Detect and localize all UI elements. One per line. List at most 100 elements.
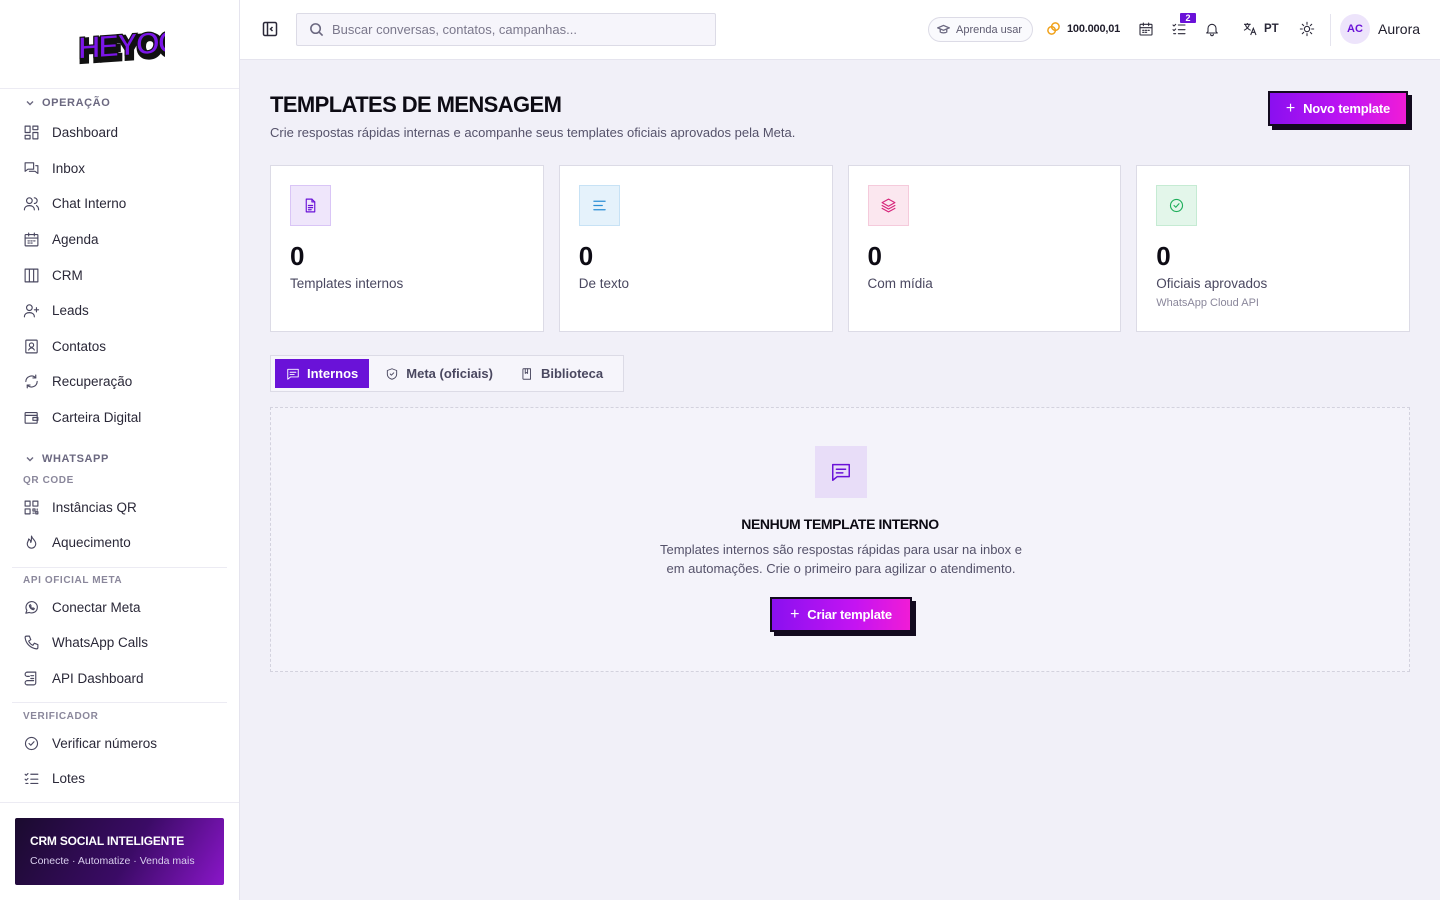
sidebar-item-label: Verificar números — [52, 735, 158, 751]
sidebar-collapse-icon[interactable] — [262, 21, 278, 37]
calendar-button[interactable] — [1138, 21, 1154, 37]
sidebar-item-aquecimento[interactable]: Aquecimento — [0, 525, 239, 561]
language-switcher[interactable]: PT — [1242, 21, 1279, 37]
svg-text:HEYOO: HEYOO — [78, 24, 165, 66]
users-icon — [23, 197, 40, 211]
layers-icon — [881, 198, 895, 213]
empty-state: NENHUM TEMPLATE INTERNO Templates intern… — [270, 407, 1410, 672]
stat-label: Com mídia — [867, 276, 933, 291]
create-template-button[interactable]: + Criar template — [770, 597, 912, 632]
user-plus-icon — [23, 304, 40, 318]
group-label: OPERAÇÃO — [42, 97, 111, 109]
stat-icon-box — [1156, 185, 1198, 226]
sidebar-item-label: Conectar Meta — [52, 599, 141, 615]
file-text-icon — [305, 198, 316, 213]
sidebar-item-instancias-qr[interactable]: Instâncias QR — [0, 489, 239, 525]
page-title: TEMPLATES DE MENSAGEM — [270, 92, 562, 117]
tab-label: Biblioteca — [540, 366, 604, 381]
sun-icon — [1299, 21, 1315, 37]
sidebar-item-inbox[interactable]: Inbox — [0, 151, 239, 187]
contact-icon — [25, 339, 38, 354]
tab-biblioteca[interactable]: Biblioteca — [509, 359, 614, 388]
qr-icon — [24, 500, 39, 515]
stat-card-templates-internos: 0 Templates internos — [270, 165, 544, 332]
sidebar-item-conectar-meta[interactable]: Conectar Meta — [0, 590, 239, 626]
flame-icon — [26, 535, 37, 549]
sidebar-item-chat-interno[interactable]: Chat Interno — [0, 186, 239, 222]
bell-icon — [1206, 23, 1218, 37]
sidebar-item-crm[interactable]: CRM — [0, 257, 239, 293]
align-left-icon — [593, 200, 606, 211]
subhead-api-meta: API OFICIAL META — [23, 575, 123, 587]
wallet-icon — [24, 412, 39, 424]
tab-label: Meta (oficiais) — [406, 366, 493, 381]
sidebar: HEYOO HEYOO OPERAÇÃO Dashboard Inbox Cha… — [0, 0, 240, 900]
logo-area: HEYOO HEYOO — [0, 0, 239, 89]
whatsapp-icon — [25, 600, 38, 614]
check-circle-icon — [1170, 198, 1184, 213]
avatar[interactable]: AC — [1340, 14, 1370, 44]
coins-icon — [1047, 22, 1060, 35]
credits-balance[interactable]: 100.000,01 — [1046, 21, 1120, 36]
empty-description: Templates internos são respostas rápidas… — [659, 542, 1023, 576]
sidebar-item-agenda[interactable]: Agenda — [0, 222, 239, 258]
promo-banner[interactable]: CRM SOCIAL INTELIGENTE Conecte · Automat… — [15, 818, 224, 885]
theme-toggle[interactable] — [1299, 21, 1315, 37]
sidebar-item-label: API Dashboard — [52, 671, 144, 687]
sidebar-item-verificar-numeros[interactable]: Verificar números — [0, 725, 239, 761]
sidebar-item-api-dashboard[interactable]: API Dashboard — [0, 661, 239, 697]
group-operacao[interactable]: OPERAÇÃO — [0, 91, 239, 115]
sidebar-item-lotes[interactable]: Lotes — [0, 761, 239, 797]
book-icon — [522, 367, 531, 380]
learn-label: Aprenda usar — [956, 23, 1023, 36]
sidebar-item-whatsapp-calls[interactable]: WhatsApp Calls — [0, 625, 239, 661]
plus-icon: + — [790, 605, 800, 623]
graduation-cap-icon — [937, 24, 950, 34]
new-template-button[interactable]: + Novo template — [1268, 91, 1408, 126]
credits-value: 100.000,01 — [1067, 22, 1121, 35]
username[interactable]: Aurora — [1378, 21, 1420, 37]
empty-title: NENHUM TEMPLATE INTERNO — [741, 516, 939, 532]
stat-label: Templates internos — [290, 276, 404, 291]
chevron-down-icon — [26, 101, 34, 106]
sidebar-item-contatos[interactable]: Contatos — [0, 329, 239, 365]
empty-icon-box — [815, 446, 867, 498]
stat-value: 0 — [1156, 241, 1171, 271]
subhead-qr-code: QR CODE — [23, 474, 74, 486]
subhead-verificador: VERIFICADOR — [23, 710, 99, 722]
tasks-button[interactable] — [1171, 21, 1187, 37]
message-icon — [832, 463, 850, 481]
sidebar-item-dashboard[interactable]: Dashboard — [0, 115, 239, 151]
new-template-label: Novo template — [1303, 101, 1391, 116]
search-box — [296, 13, 716, 46]
shield-check-icon — [387, 367, 398, 380]
notifications-button[interactable] — [1204, 21, 1220, 37]
language-label: PT — [1264, 23, 1279, 35]
group-whatsapp[interactable]: WHATSAPP — [0, 447, 239, 471]
learn-button[interactable]: Aprenda usar — [928, 17, 1034, 42]
sidebar-item-label: CRM — [52, 267, 83, 283]
template-tabs: Internos Meta (oficiais) Biblioteca — [270, 355, 625, 392]
sidebar-item-leads[interactable]: Leads — [0, 293, 239, 329]
sidebar-item-label: Contatos — [52, 338, 107, 354]
scroll-icon — [24, 671, 37, 686]
stat-card-de-texto: 0 De texto — [558, 165, 833, 332]
sidebar-item-label: Chat Interno — [52, 196, 127, 212]
sidebar-item-carteira-digital[interactable]: Carteira Digital — [0, 400, 239, 436]
heyoo-logo[interactable]: HEYOO HEYOO — [75, 19, 165, 69]
search-icon — [310, 23, 324, 37]
sidebar-item-label: WhatsApp Calls — [52, 635, 149, 651]
stat-value: 0 — [290, 241, 305, 271]
divider — [1330, 14, 1331, 46]
stat-icon-box — [867, 185, 909, 226]
list-check-icon — [1172, 23, 1186, 35]
list-check-icon — [24, 773, 39, 785]
topbar: Aprenda usar 100.000,01 2 PT AC Aurora — [240, 0, 1440, 60]
translate-icon — [1243, 23, 1257, 36]
check-circle-icon — [24, 736, 39, 750]
tab-meta-oficiais[interactable]: Meta (oficiais) — [374, 359, 504, 388]
search-input[interactable] — [332, 22, 692, 37]
stat-label: Oficiais aprovados — [1156, 276, 1268, 291]
tab-internos[interactable]: Internos — [275, 359, 370, 388]
sidebar-item-recuperacao[interactable]: Recuperação — [0, 364, 239, 400]
